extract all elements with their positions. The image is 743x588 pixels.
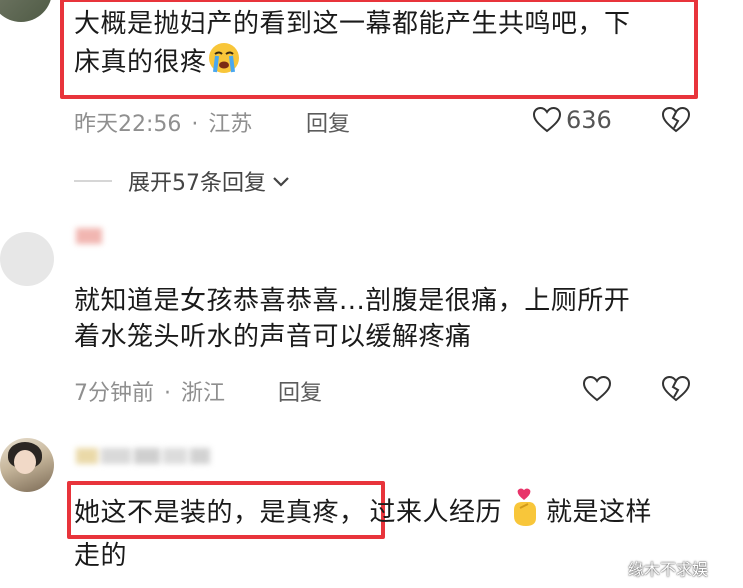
comment-line-text: 床真的很疼 (74, 47, 207, 78)
comment-time: 昨天22:56 (74, 112, 182, 137)
expand-replies-button[interactable]: 展开57条回复 (74, 165, 290, 197)
comment-line: 床真的很疼 (74, 42, 694, 84)
comment-text: 她这不是装的，是真疼， 过来人经历 就是这样 走的 (74, 488, 724, 574)
comment-line: 大概是抛妇产的看到这一幕都能产生共鸣吧，下 (74, 9, 631, 39)
comment-text: 就知道是女孩恭喜恭喜...剖腹是很痛，上厕所开 着水笼头听水的声音可以缓解疼痛 (74, 283, 714, 355)
watermark: 缘木不求娱 (628, 560, 709, 579)
broken-heart-icon (662, 376, 690, 402)
comment-location: 浙江 (181, 381, 226, 406)
heart-icon (533, 107, 561, 133)
comment-line: 走的 (74, 541, 128, 571)
username[interactable] (76, 228, 105, 248)
expand-replies-label: 展开57条回复 (128, 171, 266, 196)
avatar[interactable] (0, 438, 54, 492)
comment-line: 就知道是女孩恭喜恭喜...剖腹是很痛，上厕所开 (74, 286, 631, 316)
comment-line-text: 就是这样 (546, 497, 653, 528)
comment-time: 7分钟前 (74, 381, 154, 406)
finger-heart-icon (508, 488, 540, 538)
username[interactable] (76, 448, 213, 468)
like-button[interactable] (583, 376, 611, 402)
comment-line-text: 过来人经历 (369, 497, 503, 528)
comment-meta: 7分钟前 · 浙江 (74, 375, 225, 407)
crying-face-icon (207, 42, 241, 84)
reply-button[interactable]: 回复 (278, 375, 322, 407)
divider-line (74, 180, 112, 182)
comment-line: 她这不是装的，是真疼， 过来人经历 就是这样 (74, 488, 724, 538)
heart-icon (583, 376, 611, 402)
dislike-button[interactable] (662, 376, 690, 402)
comment-meta: 昨天22:56 · 江苏 (74, 106, 252, 138)
separator-dot: · (191, 112, 199, 137)
avatar[interactable] (0, 232, 54, 286)
broken-heart-icon (662, 107, 690, 133)
comment-location: 江苏 (208, 112, 253, 137)
comment-highlight-text: 她这不是装的，是真疼， (74, 497, 366, 528)
reply-button[interactable]: 回复 (306, 106, 350, 138)
like-button[interactable]: 636 (533, 106, 612, 134)
comment-line: 着水笼头听水的声音可以缓解疼痛 (74, 322, 472, 352)
dislike-button[interactable] (662, 107, 690, 133)
separator-dot: · (164, 381, 171, 406)
avatar[interactable] (0, 0, 52, 22)
like-count: 636 (566, 106, 612, 134)
comment-text: 大概是抛妇产的看到这一幕都能产生共鸣吧，下 床真的很疼 (74, 6, 694, 84)
chevron-down-icon (272, 169, 290, 194)
